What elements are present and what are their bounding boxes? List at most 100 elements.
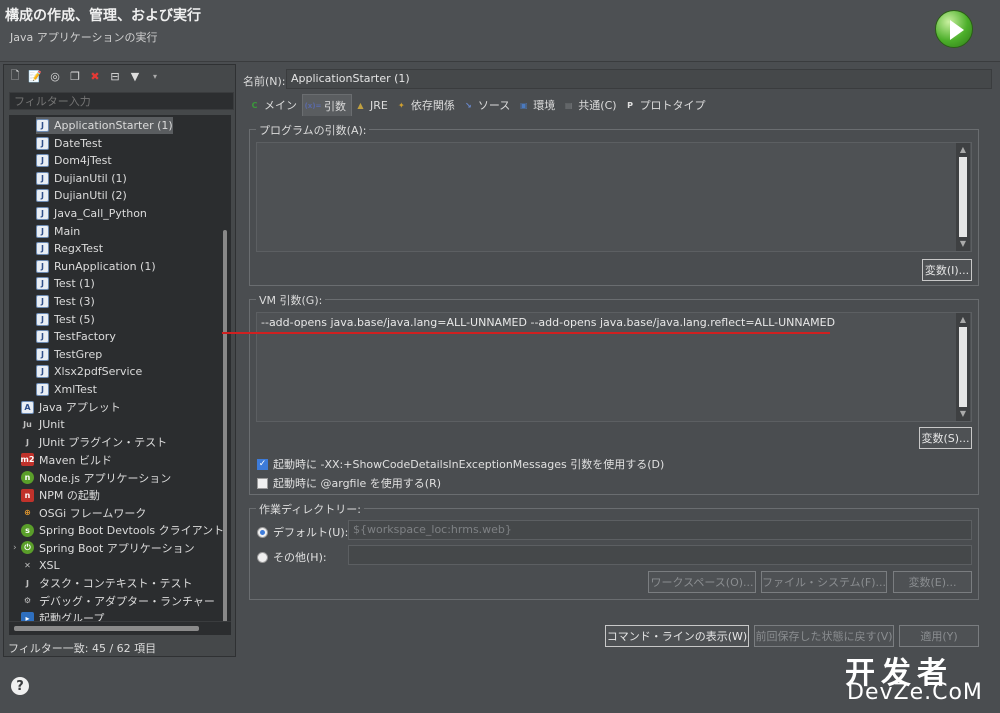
tree-item-label: RegxTest <box>54 242 103 255</box>
tree-item-label: タスク・コンテキスト・テスト <box>39 575 192 591</box>
new-prototype-icon[interactable]: 📝 <box>27 68 43 84</box>
tree-item[interactable]: ⊕OSGi フレームワーク <box>21 504 146 521</box>
filter-menu-chevron-icon[interactable]: ▾ <box>147 68 163 84</box>
default-dir-radio[interactable]: デフォルト(U): <box>257 524 348 540</box>
program-args-title: プログラムの引数(A): <box>256 122 369 138</box>
show-code-details-checkbox[interactable]: ✓ 起動時に -XX:+ShowCodeDetailsInExceptionMe… <box>257 456 664 472</box>
tree-item-label: JUnit プラグイン・テスト <box>39 434 167 450</box>
program-variables-button[interactable]: 変数(I)... <box>922 259 972 281</box>
tree-item[interactable]: JuJUnit <box>21 416 65 433</box>
tree-item[interactable]: JMain <box>36 223 80 240</box>
tree-item[interactable]: ✕XSL <box>21 557 60 574</box>
tree-item[interactable]: JTest (5) <box>36 311 95 328</box>
name-field[interactable]: ApplicationStarter (1) <box>286 69 992 89</box>
tree-item-label: Node.js アプリケーション <box>39 470 171 486</box>
duplicate-icon[interactable]: ❐ <box>67 68 83 84</box>
tree-item-label: DujianUtil (2) <box>54 189 127 202</box>
checkmark-icon: ✓ <box>257 459 268 470</box>
tree-item[interactable]: ⚙デバッグ・アダプター・ランチャー <box>21 592 215 609</box>
filter-icon[interactable]: ▼ <box>127 68 143 84</box>
tab-common[interactable]: ▤共通(C) <box>560 94 621 116</box>
argfile-checkbox[interactable]: 起動時に @argfile を使用する(R) <box>257 475 441 491</box>
vm-args-textarea[interactable]: --add-opens java.base/java.lang=ALL-UNNA… <box>256 312 972 422</box>
tree-item[interactable]: J タスク・コンテキスト・テスト <box>21 575 192 592</box>
tree-item[interactable]: JJUnit プラグイン・テスト <box>21 434 167 451</box>
expand-chevron-icon[interactable]: › <box>13 543 17 553</box>
show-command-line-button[interactable]: コマンド・ラインの表示(W) <box>605 625 749 647</box>
task-icon: J <box>21 577 34 590</box>
dialog-title: 構成の作成、管理、および実行 <box>5 5 201 25</box>
java-class-icon: J <box>36 313 49 326</box>
vm-variables-button[interactable]: 変数(S)... <box>919 427 972 449</box>
tree-item[interactable]: JTest (3) <box>36 293 95 310</box>
checkbox-box <box>257 478 268 489</box>
tab-dependencies[interactable]: ✦依存関係 <box>393 94 460 116</box>
tree-item[interactable]: J RegxTest <box>36 240 103 257</box>
delete-icon[interactable]: ✖ <box>87 68 103 84</box>
export-icon[interactable]: ◎ <box>47 68 63 84</box>
filter-input[interactable] <box>9 92 234 110</box>
tree-item[interactable]: sSpring Boot Devtools クライアント <box>21 522 224 539</box>
java-class-icon: J <box>36 242 49 255</box>
tree-item[interactable]: JDateTest <box>36 135 102 152</box>
vm-args-scrollbar[interactable]: ▲▼ <box>956 313 970 421</box>
new-config-icon[interactable]: 🗋 <box>7 68 23 84</box>
other-dir-field[interactable] <box>348 545 972 565</box>
argfile-label: 起動時に @argfile を使用する(R) <box>273 475 441 491</box>
tree-item[interactable]: AJava アプレット <box>21 399 121 416</box>
tree-item[interactable]: JTestFactory <box>36 328 116 345</box>
tab-environment[interactable]: ▣環境 <box>515 94 560 116</box>
help-icon[interactable]: ? <box>11 677 29 695</box>
spring-boot-icon: ⏻ <box>21 541 34 554</box>
workdir-variables-button[interactable]: 変数(E)... <box>893 571 972 593</box>
tree-item[interactable]: nNPM の起動 <box>21 487 100 504</box>
program-args-scrollbar[interactable]: ▲▼ <box>956 143 970 251</box>
nodejs-icon: n <box>21 471 34 484</box>
apply-button[interactable]: 適用(Y) <box>899 625 979 647</box>
java-class-icon: J <box>36 137 49 150</box>
tree-item[interactable]: JTest (1) <box>36 275 95 292</box>
java-class-icon: J <box>36 119 49 132</box>
java-class-icon: J <box>36 330 49 343</box>
tab-prototype[interactable]: Pプロトタイプ <box>622 94 711 116</box>
tree-item[interactable]: m2 Maven ビルド <box>21 451 112 468</box>
tab-label: メイン <box>264 97 297 113</box>
tree-item[interactable]: JDom4jTest <box>36 152 112 169</box>
revert-button[interactable]: 前回保存した状態に戻す(V) <box>754 625 894 647</box>
maven-icon: m2 <box>21 453 34 466</box>
tab-jre[interactable]: ▲JRE <box>352 94 393 116</box>
tab-label: 共通(C) <box>578 97 616 113</box>
other-dir-radio[interactable]: その他(H): <box>257 549 327 565</box>
tree-item[interactable]: JJava_Call_Python <box>36 205 147 222</box>
workspace-button[interactable]: ワークスペース(O)... <box>648 571 756 593</box>
tree-item[interactable]: JTestGrep <box>36 346 102 363</box>
tree-item[interactable]: JRunApplication (1) <box>36 258 156 275</box>
tree-item[interactable]: JDujianUtil (1) <box>36 170 127 187</box>
dependencies-tab-icon: ✦ <box>395 99 408 112</box>
tree-item-label: Maven ビルド <box>39 452 112 468</box>
tree-item[interactable]: JXmlTest <box>36 381 97 398</box>
tree-item[interactable]: JDujianUtil (2) <box>36 187 127 204</box>
tree-item[interactable]: n Node.js アプリケーション <box>21 469 171 486</box>
xsl-icon: ✕ <box>21 559 34 572</box>
tree-item-label: XmlTest <box>54 383 97 396</box>
tree-vertical-scrollbar[interactable] <box>223 230 227 630</box>
java-class-icon: J <box>36 295 49 308</box>
tree-item[interactable]: ›⏻Spring Boot アプリケーション <box>21 539 195 556</box>
tree-item[interactable]: JXlsx2pdfService <box>36 363 142 380</box>
tab-source[interactable]: ↘ソース <box>460 94 515 116</box>
common-tab-icon: ▤ <box>562 99 575 112</box>
filesystem-button[interactable]: ファイル・システム(F)... <box>761 571 887 593</box>
program-args-textarea[interactable] <box>256 142 972 252</box>
tab-label: ソース <box>478 97 510 113</box>
tab-arguments[interactable]: (x)=引数 <box>302 94 352 116</box>
tree-horizontal-scrollbar[interactable] <box>9 621 231 635</box>
vm-args-title: VM 引数(G): <box>256 292 325 308</box>
tab-label: 依存関係 <box>411 97 455 113</box>
tree-item[interactable]: JApplicationStarter (1) <box>36 117 173 134</box>
collapse-all-icon[interactable]: ⊟ <box>107 68 123 84</box>
config-tree[interactable]: JApplicationStarter (1)JDateTestJDom4jTe… <box>9 115 231 635</box>
tab-main[interactable]: Cメイン <box>246 94 302 116</box>
java-class-icon: J <box>36 365 49 378</box>
default-dir-field: ${workspace_loc:hrms.web} <box>348 520 972 540</box>
